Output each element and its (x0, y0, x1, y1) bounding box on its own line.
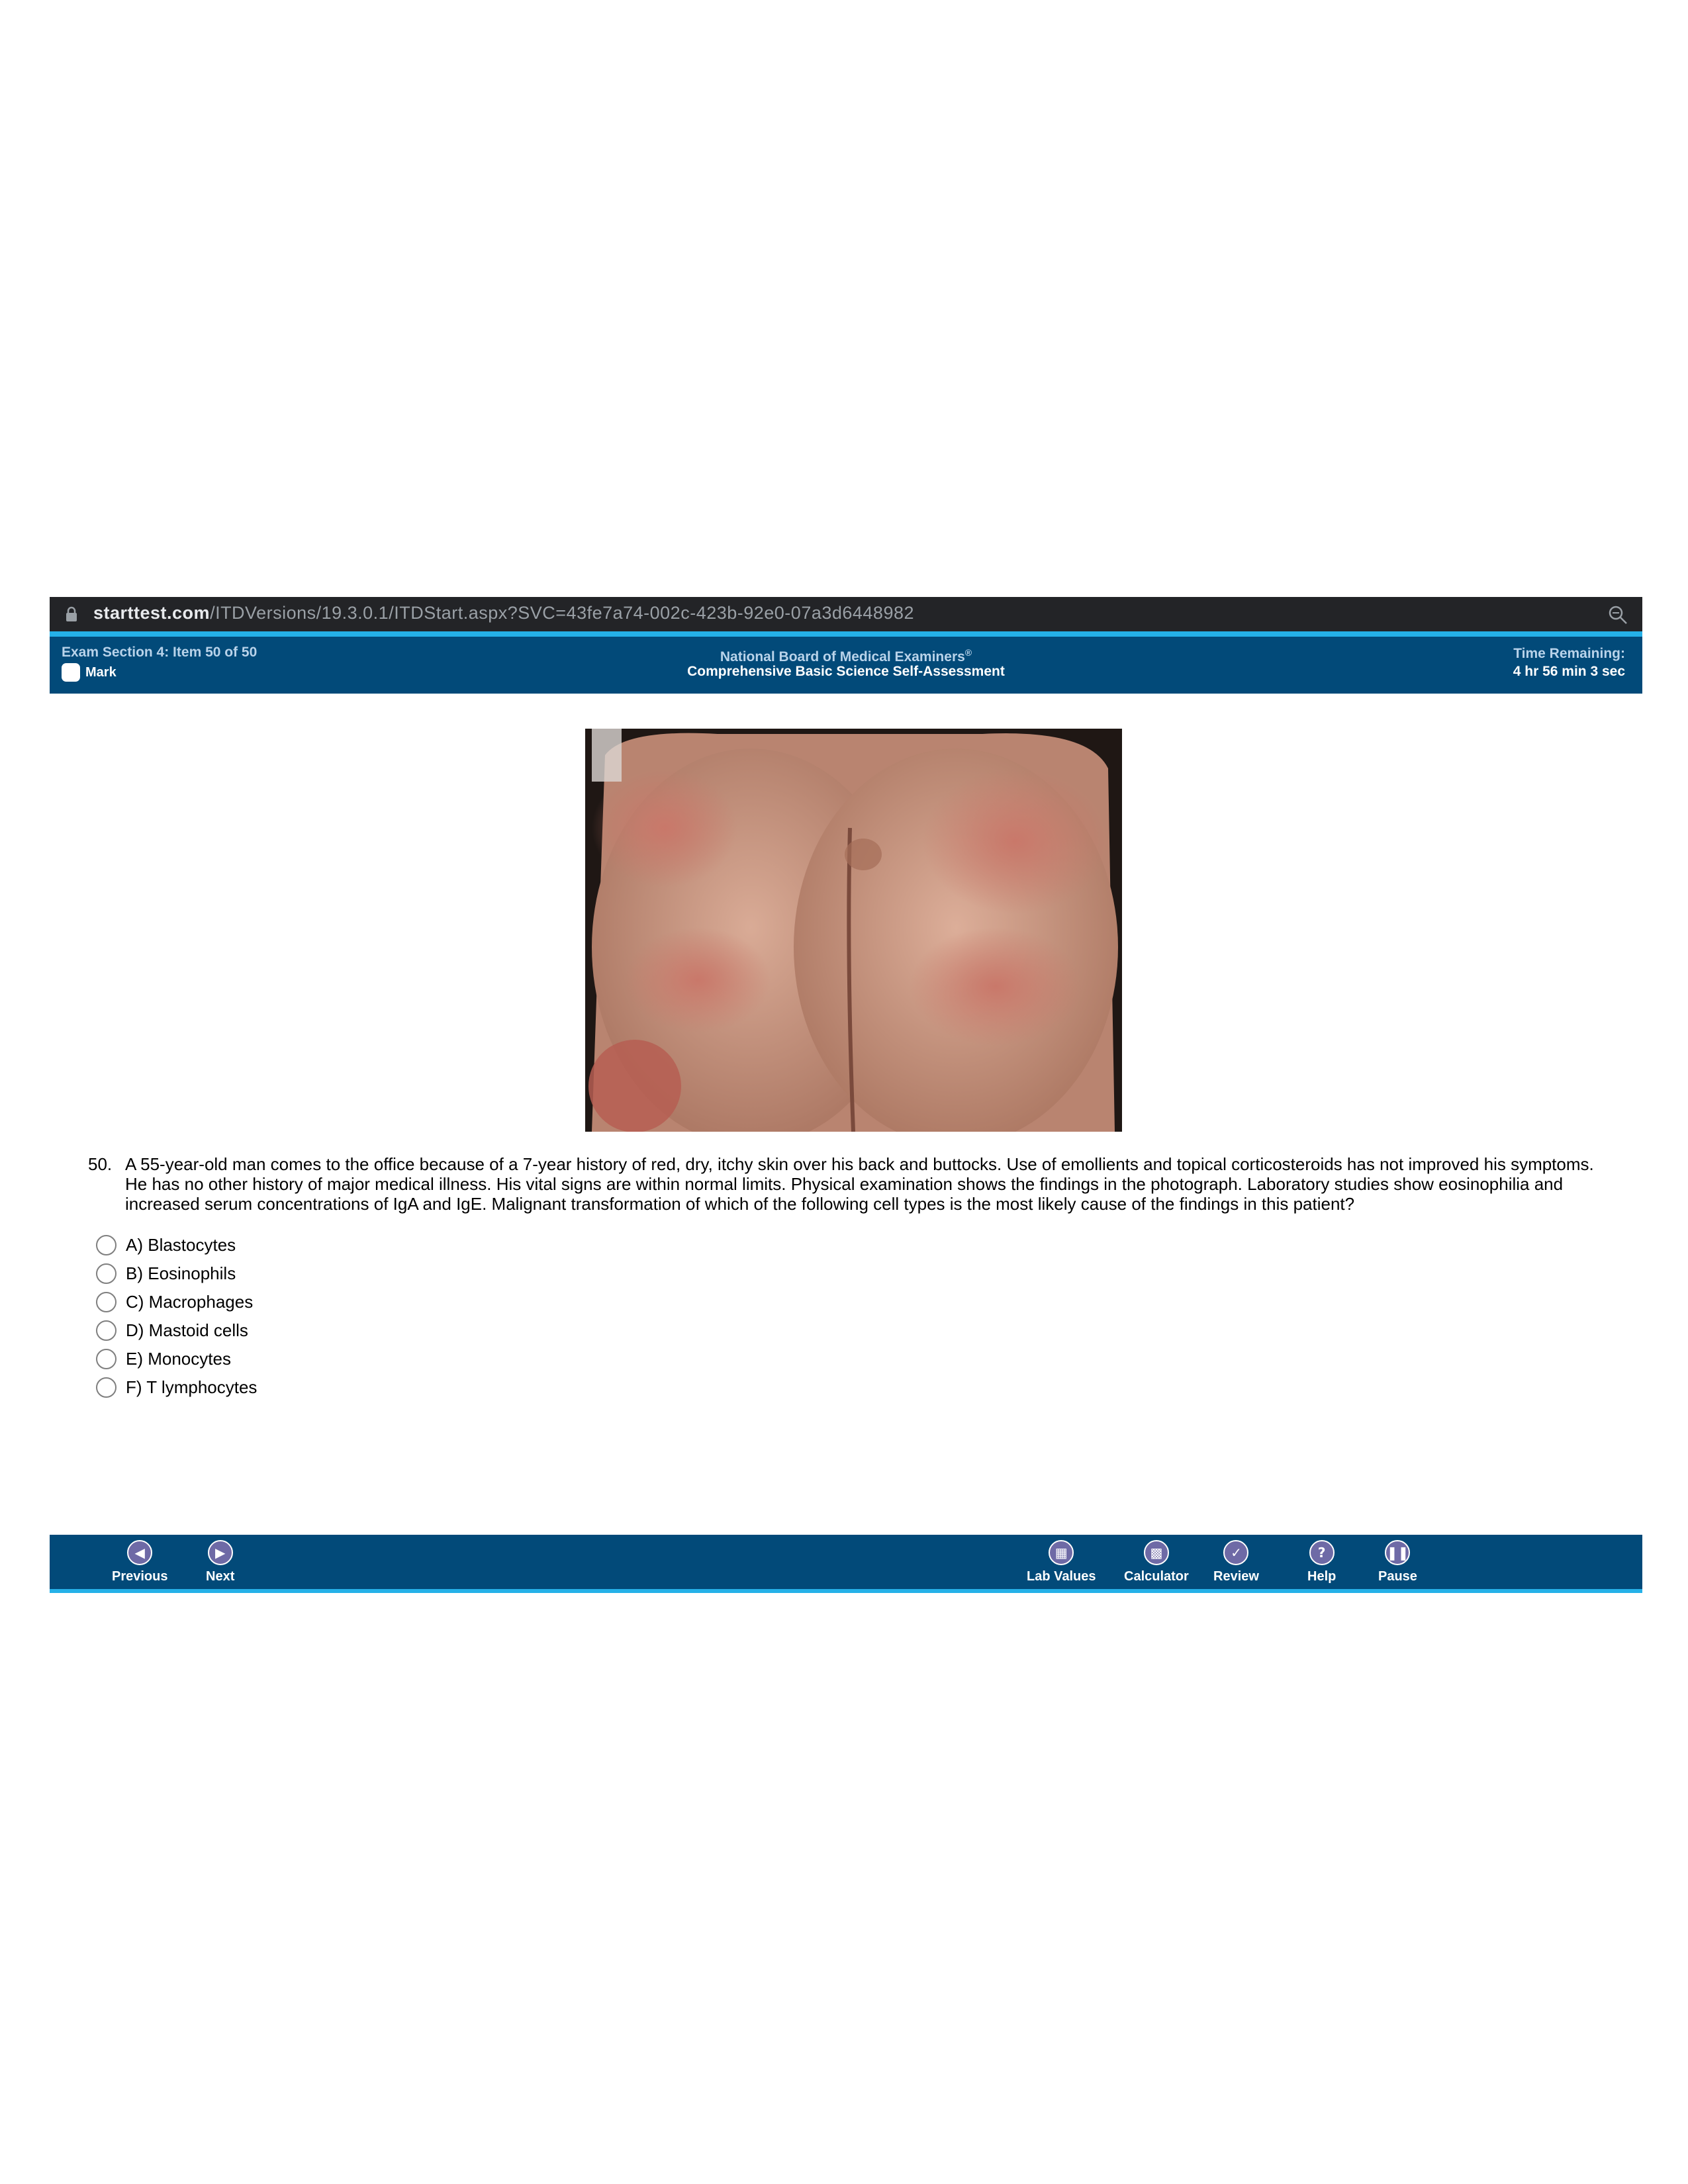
lab-values-button[interactable]: ▦ Lab Values (1027, 1540, 1096, 1584)
question-number: 50. (88, 1154, 113, 1174)
pause-button[interactable]: ❚❚ Pause (1378, 1540, 1417, 1584)
answer-label: C) Macrophages (126, 1292, 254, 1312)
answer-option-c[interactable]: C) Macrophages (96, 1288, 257, 1316)
review-button[interactable]: ✓ Review (1213, 1540, 1259, 1584)
radio-button[interactable] (96, 1349, 117, 1369)
radio-button[interactable] (96, 1235, 117, 1255)
answer-options: A) Blastocytes B) Eosinophils C) Macroph… (96, 1231, 257, 1402)
organization-name: National Board of Medical Examiners® (50, 647, 1642, 665)
time-remaining-value: 4 hr 56 min 3 sec (1513, 664, 1625, 679)
answer-label: B) Eosinophils (126, 1263, 236, 1283)
help-button[interactable]: ? Help (1307, 1540, 1336, 1584)
review-label: Review (1213, 1569, 1259, 1584)
answer-option-d[interactable]: D) Mastoid cells (96, 1316, 257, 1345)
previous-button[interactable]: ◀ Previous (112, 1540, 167, 1584)
lab-values-icon: ▦ (1049, 1540, 1074, 1565)
accent-strip (50, 631, 1642, 637)
question-stem: A 55-year-old man comes to the office be… (125, 1154, 1594, 1214)
pause-label: Pause (1378, 1569, 1417, 1584)
radio-button[interactable] (96, 1263, 117, 1284)
navigation-bar: ◀ Previous ▶ Next ▦ Lab Values ▩ Calcula… (50, 1535, 1642, 1589)
radio-button[interactable] (96, 1320, 117, 1341)
pause-icon: ❚❚ (1385, 1540, 1411, 1565)
exam-title: Comprehensive Basic Science Self-Assessm… (687, 664, 1005, 679)
radio-button[interactable] (96, 1292, 117, 1312)
arrow-left-icon: ◀ (127, 1540, 153, 1565)
radio-button[interactable] (96, 1377, 117, 1398)
answer-label: D) Mastoid cells (126, 1320, 248, 1340)
answer-option-f[interactable]: F) T lymphocytes (96, 1373, 257, 1402)
calculator-label: Calculator (1124, 1569, 1189, 1584)
browser-url-bar[interactable]: starttest.com/ITDVersions/19.3.0.1/ITDSt… (50, 597, 1642, 631)
url-text[interactable]: starttest.com/ITDVersions/19.3.0.1/ITDSt… (93, 603, 914, 623)
arrow-right-icon: ▶ (207, 1540, 233, 1565)
exam-window: starttest.com/ITDVersions/19.3.0.1/ITDSt… (50, 597, 1642, 1593)
footer-accent-strip (50, 1589, 1642, 1593)
checkmark-icon: ✓ (1223, 1540, 1249, 1565)
registered-mark: ® (964, 647, 972, 658)
answer-label: A) Blastocytes (126, 1235, 236, 1255)
previous-label: Previous (112, 1569, 168, 1584)
lock-icon (66, 606, 77, 621)
calculator-icon: ▩ (1143, 1540, 1169, 1565)
question-mark-icon: ? (1309, 1540, 1335, 1565)
answer-option-b[interactable]: B) Eosinophils (96, 1259, 257, 1288)
next-button[interactable]: ▶ Next (206, 1540, 234, 1584)
answer-label: E) Monocytes (126, 1349, 231, 1369)
url-host: starttest.com (93, 603, 211, 623)
answer-option-e[interactable]: E) Monocytes (96, 1345, 257, 1373)
help-label: Help (1307, 1569, 1336, 1584)
answer-option-a[interactable]: A) Blastocytes (96, 1231, 257, 1259)
clinical-photograph (585, 729, 1122, 1132)
next-label: Next (206, 1569, 235, 1584)
zoom-icon[interactable] (1608, 605, 1628, 625)
url-path: /ITDVersions/19.3.0.1/ITDStart.aspx?SVC=… (210, 603, 914, 623)
organization-text: National Board of Medical Examiners (720, 649, 965, 664)
exam-header: Exam Section 4: Item 50 of 50 Mark Natio… (50, 637, 1642, 694)
lab-values-label: Lab Values (1027, 1569, 1096, 1584)
calculator-button[interactable]: ▩ Calculator (1124, 1540, 1189, 1584)
answer-label: F) T lymphocytes (126, 1377, 258, 1397)
time-remaining-label: Time Remaining: (1513, 646, 1625, 661)
